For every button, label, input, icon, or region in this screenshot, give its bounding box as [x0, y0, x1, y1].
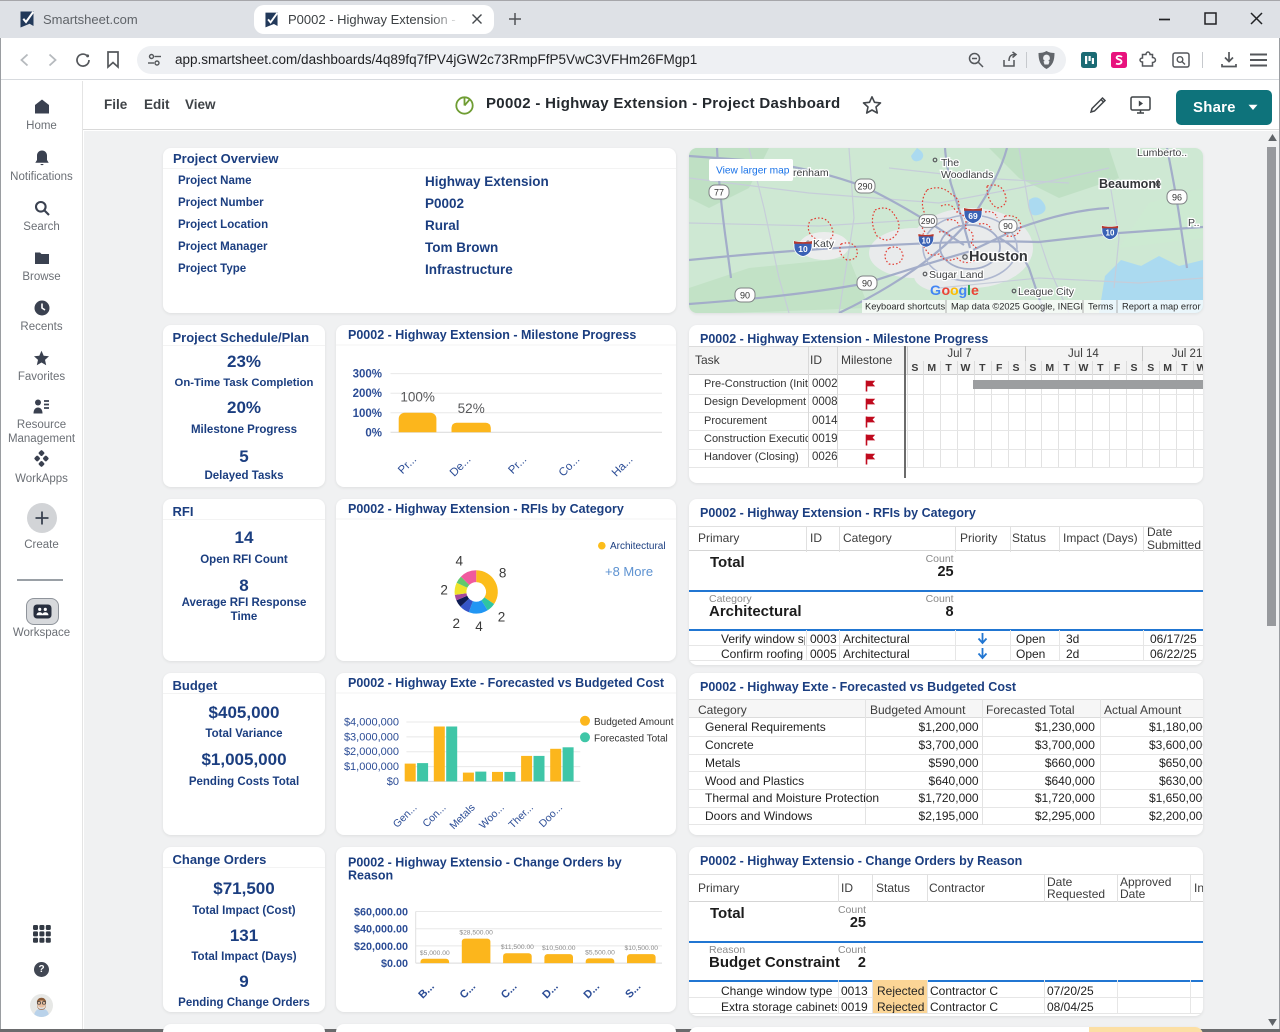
svg-text:4: 4 — [456, 554, 464, 569]
svg-text:P0002 - Highway Extension - Mi: P0002 - Highway Extension - Milestone Pr… — [348, 328, 636, 342]
svg-text:Co...: Co... — [557, 454, 583, 480]
svg-text:D...: D... — [540, 981, 561, 1002]
svg-text:100%: 100% — [353, 408, 382, 420]
svg-text:$40,000.00: $40,000.00 — [354, 924, 408, 936]
svg-text:League City: League City — [1018, 286, 1075, 298]
svg-text:$10,500.00: $10,500.00 — [625, 945, 659, 952]
svg-text:P0002 - Highway Extension - RF: P0002 - Highway Extension - RFIs by Cate… — [348, 502, 624, 516]
svg-text:$4,000,000: $4,000,000 — [344, 717, 399, 729]
svg-text:77: 77 — [714, 188, 724, 198]
svg-text:$20,000.00: $20,000.00 — [354, 941, 408, 953]
svg-text:10: 10 — [1106, 229, 1115, 238]
svg-text:90: 90 — [862, 279, 872, 289]
svg-text:2: 2 — [440, 583, 448, 598]
svg-text:g: g — [959, 283, 968, 299]
svg-text:Gen...: Gen... — [391, 802, 420, 831]
svg-text:De...: De... — [448, 454, 474, 480]
svg-text:S...: S... — [623, 981, 643, 1001]
svg-text:renham: renham — [793, 167, 829, 179]
svg-text:Ha...: Ha... — [610, 454, 636, 480]
svg-text:$0: $0 — [387, 776, 399, 788]
svg-text:$0.00: $0.00 — [381, 958, 408, 970]
svg-text:2: 2 — [498, 610, 506, 625]
svg-text:Ther...: Ther... — [506, 802, 536, 832]
svg-text:290: 290 — [921, 216, 935, 226]
svg-text:69: 69 — [968, 211, 978, 221]
svg-text:Woodlands: Woodlands — [941, 169, 993, 181]
svg-text:Terms: Terms — [1088, 302, 1114, 312]
svg-text:View larger map: View larger map — [716, 166, 790, 177]
svg-text:Woo...: Woo... — [477, 802, 507, 832]
svg-text:D...: D... — [582, 981, 603, 1002]
svg-text:$28,500.00: $28,500.00 — [459, 930, 493, 937]
svg-text:$5,500.00: $5,500.00 — [585, 949, 615, 956]
svg-text:Beaumont: Beaumont — [1099, 177, 1161, 191]
svg-text:P0002 - Highway Exte - Forecas: P0002 - Highway Exte - Forecasted vs Bud… — [348, 676, 665, 690]
svg-text:$5,000.00: $5,000.00 — [420, 950, 450, 957]
svg-text:Katy: Katy — [813, 238, 835, 250]
svg-text:Doo...: Doo... — [537, 802, 565, 830]
svg-text:Budgeted Amount: Budgeted Amount — [594, 717, 674, 728]
svg-text:C...: C... — [458, 981, 479, 1002]
svg-text:200%: 200% — [353, 388, 382, 400]
svg-text:290: 290 — [857, 182, 872, 192]
svg-text:100%: 100% — [400, 390, 435, 405]
svg-text:Map data ©2025 Google, INEGI: Map data ©2025 Google, INEGI — [951, 302, 1083, 312]
svg-text:$60,000.00: $60,000.00 — [354, 907, 408, 919]
svg-text:The: The — [941, 157, 959, 169]
svg-text:0%: 0% — [365, 427, 382, 439]
svg-text:90: 90 — [740, 291, 750, 301]
svg-text:8: 8 — [499, 566, 507, 581]
svg-text:B...: B... — [416, 981, 437, 1002]
svg-text:$2,000,000: $2,000,000 — [344, 746, 399, 758]
svg-text:P0002 - Highway Extensio - Cha: P0002 - Highway Extensio - Change Orders… — [348, 856, 622, 870]
svg-text:10: 10 — [922, 237, 931, 246]
svg-text:Lumberto..: Lumberto.. — [1137, 148, 1187, 159]
svg-text:e: e — [971, 283, 979, 299]
svg-text:Keyboard shortcuts: Keyboard shortcuts — [865, 302, 945, 312]
svg-text:Con...: Con... — [420, 802, 448, 830]
svg-text:96: 96 — [1172, 193, 1182, 203]
svg-text:Reason: Reason — [348, 869, 393, 883]
svg-text:2: 2 — [452, 616, 460, 631]
svg-text:$3,000,000: $3,000,000 — [344, 731, 399, 743]
svg-text:P..: P.. — [1188, 217, 1199, 229]
svg-text:C...: C... — [499, 981, 520, 1002]
svg-text:$11,500.00: $11,500.00 — [501, 944, 534, 951]
svg-text:Forecasted Total: Forecasted Total — [594, 734, 668, 745]
svg-text:+8 More: +8 More — [605, 564, 653, 579]
svg-text:4: 4 — [475, 619, 483, 634]
svg-text:10: 10 — [798, 244, 808, 254]
svg-text:$10,500.00: $10,500.00 — [542, 945, 576, 952]
svg-text:Metals: Metals — [447, 802, 477, 832]
svg-text:Report a map error: Report a map error — [1122, 302, 1201, 312]
svg-text:Pr...: Pr... — [396, 454, 419, 477]
svg-text:G: G — [930, 283, 941, 299]
svg-text:90: 90 — [1003, 221, 1013, 231]
svg-text:Pr...: Pr... — [506, 454, 529, 477]
svg-text:$1,000,000: $1,000,000 — [344, 761, 399, 773]
svg-text:300%: 300% — [353, 369, 382, 381]
svg-text:Sugar Land: Sugar Land — [929, 269, 983, 281]
svg-text:52%: 52% — [458, 401, 485, 416]
svg-text:Architectural: Architectural — [610, 541, 666, 552]
svg-text:Houston: Houston — [969, 249, 1028, 265]
